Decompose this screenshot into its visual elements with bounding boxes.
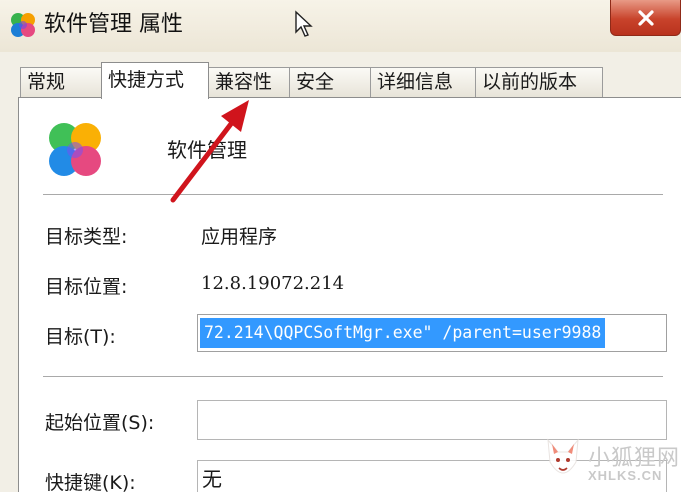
tab-label: 以前的版本 xyxy=(482,71,578,93)
clover-app-icon xyxy=(11,13,35,37)
red-arrow-annotation xyxy=(170,100,249,203)
tab-general[interactable]: 常规 xyxy=(20,67,102,98)
tab-shortcut[interactable]: 快捷方式 xyxy=(101,62,209,99)
hotkey-label: 快捷键(K): xyxy=(45,472,136,492)
watermark-domain: XHLKS.CN xyxy=(588,468,663,483)
divider xyxy=(43,194,663,195)
tab-label: 详细信息 xyxy=(377,71,454,93)
tab-label: 安全 xyxy=(296,71,335,93)
tab-label: 兼容性 xyxy=(215,71,273,93)
divider xyxy=(43,376,663,377)
target-type-label: 目标类型: xyxy=(45,226,128,248)
target-location-value: 12.8.19072.214 xyxy=(201,273,345,294)
start-in-label: 起始位置(S): xyxy=(45,412,155,434)
target-selected-text: 72.214\QQPCSoftMgr.exe" /parent=user9988 xyxy=(200,318,606,348)
target-location-label: 目标位置: xyxy=(45,276,128,298)
tab-label: 快捷方式 xyxy=(108,69,185,91)
tab-security[interactable]: 安全 xyxy=(289,67,371,98)
window-title: 软件管理 属性 xyxy=(44,12,183,37)
target-input[interactable]: 72.214\QQPCSoftMgr.exe" /parent=user9988 xyxy=(197,314,667,352)
tab-compatibility[interactable]: 兼容性 xyxy=(208,67,290,98)
mouse-cursor-icon xyxy=(295,10,313,37)
title-bar: 软件管理 属性 xyxy=(0,0,681,52)
tab-details[interactable]: 详细信息 xyxy=(370,67,476,98)
tab-previous-versions[interactable]: 以前的版本 xyxy=(475,67,603,98)
tab-label: 常规 xyxy=(27,71,66,93)
close-button[interactable] xyxy=(610,0,681,36)
close-icon xyxy=(638,10,654,26)
clover-app-icon xyxy=(49,123,101,176)
target-type-value: 应用程序 xyxy=(201,226,278,248)
target-label: 目标(T): xyxy=(45,326,116,348)
tab-strip: 常规 快捷方式 兼容性 安全 详细信息 以前的版本 xyxy=(0,62,681,99)
